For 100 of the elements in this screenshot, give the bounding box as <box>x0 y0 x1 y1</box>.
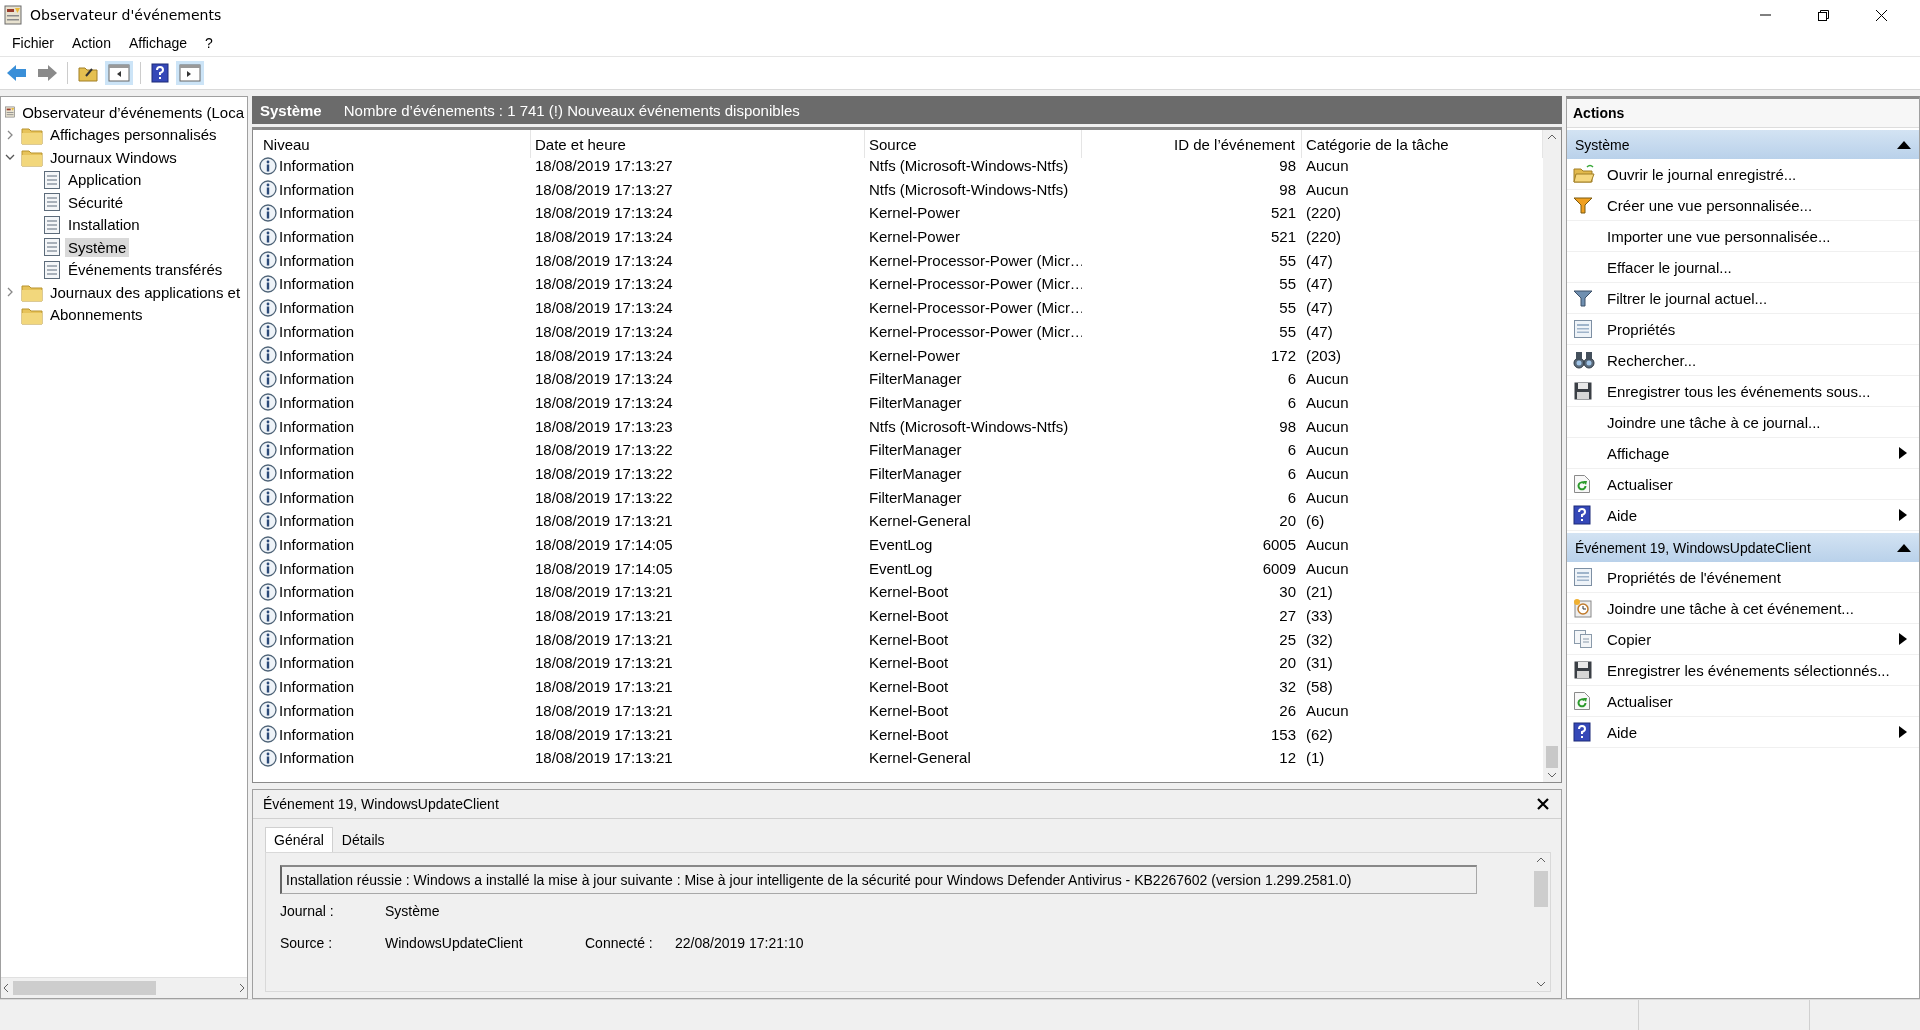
field-value: 22/08/2019 17:21:10 <box>675 935 805 951</box>
scrollbar-thumb[interactable] <box>13 981 156 995</box>
message-field[interactable]: Installation réussie : Windows a installé la mise à jour suivante : Mise à jour intelligente de la sécurité pour Windows Defender Antivirus - KB2267602 (version 1.299.2581.0) <box>280 865 1477 894</box>
info-icon <box>259 630 277 649</box>
table-cell: 6009 <box>1262 559 1296 577</box>
menu-item[interactable]: Fichier <box>4 33 62 53</box>
scroll-up-icon[interactable] <box>1536 857 1546 863</box>
command-link[interactable]: Affichage <box>1567 438 1919 469</box>
command-link[interactable]: Propriétés de l'événement <box>1567 562 1919 593</box>
scroll-down-icon[interactable] <box>1536 981 1546 987</box>
expanded-chevron-icon[interactable] <box>5 154 15 161</box>
tree-item[interactable]: Observateur d’événements (Loca <box>19 102 247 122</box>
command-link[interactable]: Joindre une tâche à cet événement... <box>1567 593 1919 624</box>
table-cell: Information <box>279 512 355 530</box>
table-cell: Aucun <box>1306 464 1349 482</box>
help-icon <box>1573 722 1591 742</box>
collapsed-chevron-icon[interactable] <box>7 287 13 298</box>
tree-item[interactable]: Journaux des applications et <box>47 282 244 302</box>
scroll-left-icon[interactable] <box>1 983 11 993</box>
command-link[interactable]: Rechercher... <box>1567 345 1919 376</box>
table-cell: 20 <box>1279 512 1296 530</box>
command-link[interactable]: Actualiser <box>1567 469 1919 500</box>
table-cell: 153 <box>1270 725 1296 743</box>
command-link[interactable]: Copier <box>1567 624 1919 655</box>
command-link[interactable]: Importer une vue personnalisée... <box>1567 221 1919 252</box>
tree-item[interactable]: Affichages personnalisés <box>47 125 220 145</box>
help-button[interactable] <box>148 60 172 86</box>
table-cell: Information <box>279 275 355 293</box>
table-cell: FilterManager <box>869 441 962 459</box>
table-cell: 55 <box>1279 275 1296 293</box>
table-cell: Kernel-Boot <box>869 678 949 696</box>
table-cell: 18/08/2019 17:14:05 <box>535 559 673 577</box>
command-link[interactable]: Enregistrer les événements sélectionnés... <box>1567 655 1919 686</box>
event-title: Événement 19, WindowsUpdateClient <box>263 796 500 812</box>
tree-item[interactable]: Journaux Windows <box>47 147 180 167</box>
command-link[interactable]: Filtrer le journal actuel... <box>1567 283 1919 314</box>
command-link[interactable]: Aide <box>1567 500 1919 531</box>
table-cell: (220) <box>1306 228 1342 246</box>
table-cell: Ntfs (Microsoft-Windows-Ntfs) <box>869 157 1069 175</box>
section-header[interactable]: Système <box>1567 130 1919 159</box>
table-cell: 18/08/2019 17:13:21 <box>535 630 673 648</box>
table-cell: (21) <box>1306 583 1333 601</box>
command-link[interactable]: Ouvrir le journal enregistré... <box>1567 159 1919 190</box>
column-header[interactable]: Source <box>865 130 1082 158</box>
log-icon <box>43 169 61 190</box>
info-icon <box>259 535 277 554</box>
tab[interactable]: Général <box>265 827 333 852</box>
table-cell: Kernel-Power <box>869 204 960 222</box>
table-cell: 18/08/2019 17:13:22 <box>535 488 673 506</box>
table-cell: Information <box>279 559 355 577</box>
window-title: Observateur d'événements <box>30 7 223 23</box>
collapse-icon[interactable] <box>1897 140 1911 149</box>
scrollbar-thumb[interactable] <box>1534 871 1548 907</box>
tab[interactable]: Détails <box>332 827 394 852</box>
table-cell: 30 <box>1279 583 1296 601</box>
scrollbar-thumb[interactable] <box>1546 746 1558 768</box>
info-icon <box>259 464 277 483</box>
section-header[interactable]: Événement 19, WindowsUpdateClient <box>1567 533 1919 562</box>
tree-item[interactable]: Sécurité <box>65 192 127 212</box>
menu-item[interactable]: ? <box>197 33 221 53</box>
info-icon <box>259 653 277 672</box>
table-cell: Kernel-Boot <box>869 583 949 601</box>
table-cell: 18/08/2019 17:13:21 <box>535 654 673 672</box>
log-icon <box>43 192 61 213</box>
table-cell: Information <box>279 701 355 719</box>
tree-item[interactable]: Système <box>65 237 130 257</box>
table-cell: Information <box>279 251 355 269</box>
column-header[interactable]: ID de l’événement <box>1082 130 1302 158</box>
scroll-up-icon[interactable] <box>1547 134 1557 140</box>
table-cell: FilterManager <box>869 370 962 388</box>
table-cell: 18/08/2019 17:13:21 <box>535 512 673 530</box>
table-cell: (31) <box>1306 654 1333 672</box>
command-link[interactable]: Aide <box>1567 717 1919 748</box>
table-cell: 18/08/2019 17:13:24 <box>535 251 673 269</box>
table-cell: (58) <box>1306 678 1333 696</box>
table-cell: 6 <box>1287 370 1296 388</box>
command-link[interactable]: Joindre une tâche à ce journal... <box>1567 407 1919 438</box>
collapsed-chevron-icon[interactable] <box>7 129 13 140</box>
command-link[interactable]: Actualiser <box>1567 686 1919 717</box>
refresh-icon <box>1573 474 1591 494</box>
command-link[interactable]: Créer une vue personnalisée... <box>1567 190 1919 221</box>
command-link[interactable]: Enregistrer tous les événements sous... <box>1567 376 1919 407</box>
log-title: Système <box>260 101 322 119</box>
info-icon <box>259 488 277 507</box>
command-link[interactable]: Effacer le journal... <box>1567 252 1919 283</box>
menu-item[interactable]: Affichage <box>120 33 196 53</box>
info-icon <box>259 417 277 436</box>
scroll-right-icon[interactable] <box>237 983 247 993</box>
menu-item[interactable]: Action <box>64 33 119 53</box>
tree-item[interactable]: Abonnements <box>47 305 146 325</box>
column-header[interactable]: Date et heure <box>531 130 865 158</box>
scroll-down-icon[interactable] <box>1547 772 1557 778</box>
command-link[interactable]: Propriétés <box>1567 314 1919 345</box>
tree-item[interactable]: Application <box>65 170 145 190</box>
close-button[interactable] <box>1535 796 1551 812</box>
tree-item[interactable]: Installation <box>65 215 143 235</box>
tree-item[interactable]: Événements transférés <box>65 260 226 280</box>
collapse-icon[interactable] <box>1897 543 1911 552</box>
table-cell: Information <box>279 607 355 625</box>
table-cell: Ntfs (Microsoft-Windows-Ntfs) <box>869 180 1069 198</box>
